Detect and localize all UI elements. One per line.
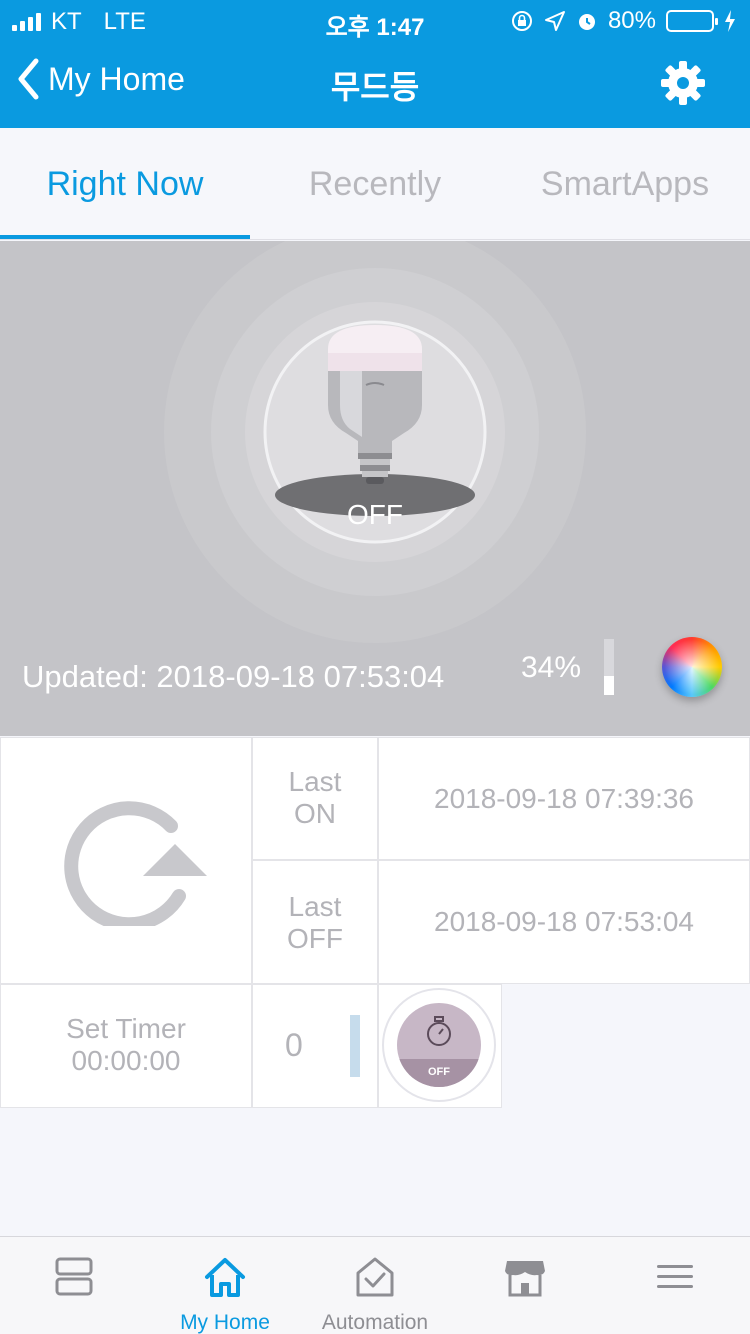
- timer-count-cell[interactable]: 0: [252, 984, 378, 1108]
- refresh-cell[interactable]: [0, 737, 252, 984]
- last-off-time-cell: 2018-09-18 07:53:04: [378, 860, 750, 984]
- tab-smartapps[interactable]: SmartApps: [500, 128, 750, 239]
- refresh-icon: [64, 801, 207, 926]
- last-on-label: Last ON: [288, 766, 342, 829]
- alarm-icon: [578, 14, 595, 30]
- battery-percent: 80%: [607, 7, 656, 34]
- brightness-fill: [604, 675, 614, 695]
- tab-recently[interactable]: Recently: [250, 128, 500, 239]
- battery-icon: [666, 10, 718, 32]
- last-off-label: Last OFF: [287, 891, 343, 954]
- brightness-percent: 34%: [521, 651, 582, 684]
- timer-state-label: OFF: [397, 1059, 481, 1087]
- tab-bar: Right Now Recently SmartApps: [0, 128, 750, 240]
- timer-count-bar: [350, 1015, 360, 1077]
- bottom-nav-automation[interactable]: Automation: [300, 1237, 450, 1334]
- nav-bar: My Home 무드등: [0, 40, 750, 128]
- stopwatch-icon: [427, 1016, 451, 1046]
- color-wheel-button[interactable]: [662, 637, 722, 697]
- brightness-slider[interactable]: [604, 639, 614, 695]
- bottom-nav-store[interactable]: [450, 1237, 600, 1334]
- charging-icon: [725, 10, 735, 32]
- status-right: 80%: [510, 7, 736, 35]
- last-on-time: 2018-09-18 07:39:36: [434, 783, 694, 814]
- updated-timestamp: Updated: 2018-09-18 07:53:04: [22, 659, 445, 694]
- set-timer-label: Set Timer: [66, 1013, 186, 1044]
- last-off-time: 2018-09-18 07:53:04: [434, 906, 694, 937]
- menu-icon: [657, 1265, 693, 1288]
- device-state-label: OFF: [347, 499, 403, 530]
- set-timer-cell[interactable]: Set Timer 00:00:00: [0, 984, 252, 1108]
- location-icon: [544, 11, 565, 31]
- orientation-lock-icon: [511, 11, 532, 31]
- gear-icon[interactable]: [660, 60, 706, 106]
- page-title: 무드등: [330, 69, 420, 105]
- top-bar: KT LTE 오후 1:47 80% My Home 무드등: [0, 0, 750, 128]
- device-panel: OFF Updated: 2018-09-18 07:53:04 34%: [0, 241, 750, 736]
- store-icon: [505, 1261, 545, 1297]
- bottom-nav: My Home Automation: [0, 1236, 750, 1334]
- status-bar: KT LTE 오후 1:47 80%: [0, 0, 750, 41]
- set-timer-value: 00:00:00: [71, 1045, 181, 1076]
- last-off-label-cell: Last OFF: [252, 860, 378, 984]
- bottom-nav-automation-label: Automation: [321, 1311, 429, 1334]
- bottom-nav-my-home-label: My Home: [180, 1311, 270, 1334]
- bottom-nav-menu[interactable]: [600, 1237, 750, 1334]
- bottom-nav-my-home[interactable]: My Home: [150, 1237, 300, 1334]
- bottom-nav-dashboard[interactable]: [0, 1237, 150, 1334]
- tab-right-now[interactable]: Right Now: [0, 128, 250, 239]
- home-icon: [205, 1258, 245, 1297]
- last-on-label-cell: Last ON: [252, 737, 378, 860]
- timer-toggle-face: OFF: [397, 1003, 481, 1087]
- timer-count: 0: [285, 1027, 303, 1063]
- dashboard-icon: [55, 1257, 93, 1296]
- last-on-time-cell: 2018-09-18 07:39:36: [378, 737, 750, 860]
- timer-toggle-button[interactable]: OFF: [384, 990, 494, 1100]
- automation-icon: [356, 1257, 394, 1297]
